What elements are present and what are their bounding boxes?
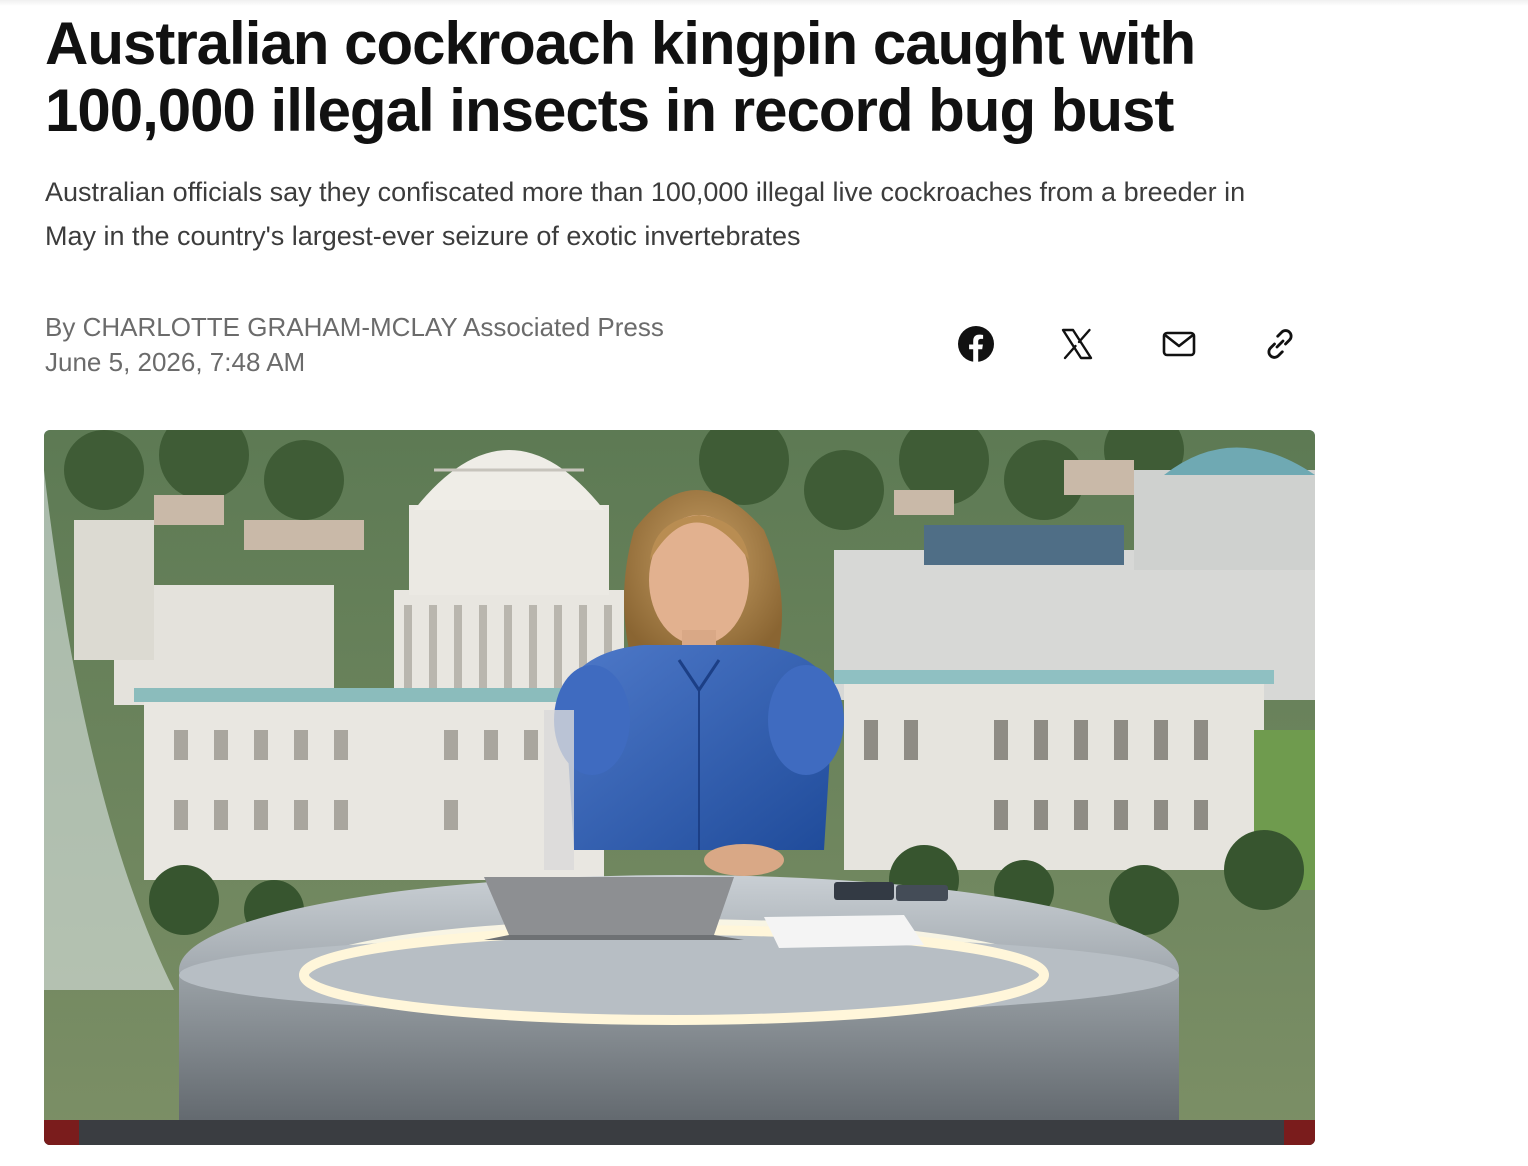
byline-date: June 5, 2026, 7:48 AM xyxy=(45,347,306,377)
x-icon xyxy=(1062,328,1093,360)
share-facebook-button[interactable] xyxy=(940,318,1012,370)
link-icon xyxy=(1267,329,1293,359)
hero-image[interactable] xyxy=(44,430,1315,1145)
news-studio-illustration xyxy=(44,430,1315,1145)
share-email-button[interactable] xyxy=(1143,318,1215,370)
copy-link-button[interactable] xyxy=(1244,318,1316,370)
share-bar xyxy=(940,318,1316,370)
byline-author[interactable]: By CHARLOTTE GRAHAM-MCLAY Associated Pre… xyxy=(45,310,664,345)
top-edge xyxy=(0,0,1528,6)
byline-block: By CHARLOTTE GRAHAM-MCLAY Associated Pre… xyxy=(45,310,664,380)
facebook-icon xyxy=(958,326,994,362)
article-summary: Australian officials say they confiscate… xyxy=(45,177,1246,251)
article-headline: Australian cockroach kingpin caught with… xyxy=(45,10,1196,144)
share-x-button[interactable] xyxy=(1041,318,1113,370)
mail-icon xyxy=(1162,331,1195,357)
